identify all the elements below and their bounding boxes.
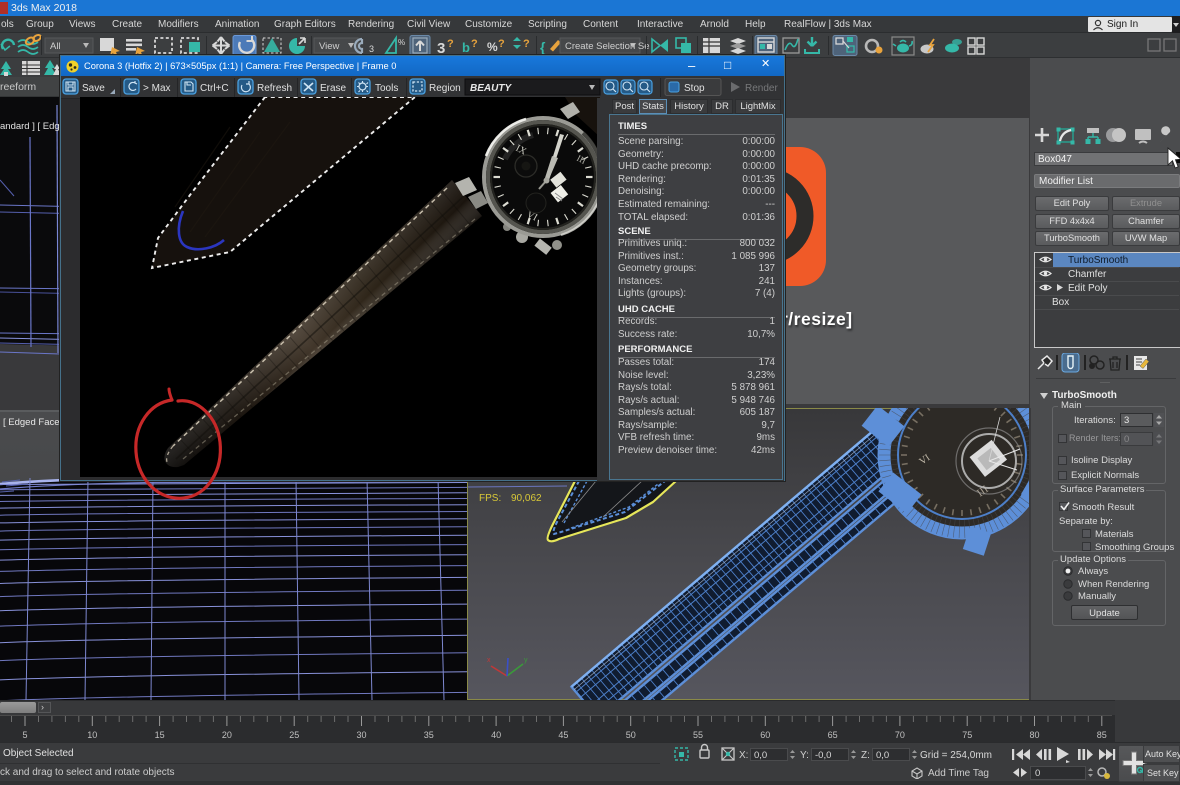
svg-text:b: b [462,40,470,55]
svg-text:80: 80 [1029,730,1039,740]
svg-text:45: 45 [558,730,568,740]
svg-text:All: All [50,41,61,52]
svg-text:Save: Save [82,83,105,94]
svg-text:View: View [319,41,340,52]
svg-text:55: 55 [693,730,703,740]
svg-text:60: 60 [760,730,770,740]
svg-text:Ctrl+C: Ctrl+C [200,83,229,94]
svg-text:25: 25 [289,730,299,740]
svg-text:40: 40 [491,730,501,740]
svg-text:Tools: Tools [375,83,398,94]
svg-text:%: % [398,38,405,47]
svg-text:FPS:: FPS: [479,493,501,504]
svg-text:15: 15 [155,730,165,740]
svg-text:Erase: Erase [320,83,347,94]
svg-text:Stop: Stop [684,83,705,94]
svg-text:3: 3 [369,44,374,54]
svg-text:Region: Region [429,83,461,94]
svg-text:?: ? [523,38,530,50]
svg-text:?: ? [498,38,505,50]
svg-text:y: y [524,657,528,664]
svg-text:x: x [487,657,491,664]
svg-text:20: 20 [222,730,232,740]
svg-text:35: 35 [424,730,434,740]
svg-text:?: ? [447,38,454,50]
svg-text:90,062: 90,062 [511,493,542,504]
svg-text:Render: Render [745,83,778,94]
svg-text:10: 10 [87,730,97,740]
svg-text:Create Selection Se: Create Selection Se [565,41,650,52]
svg-text:65: 65 [828,730,838,740]
svg-text:{: { [540,39,546,55]
svg-text:50: 50 [626,730,636,740]
svg-text:BEAUTY: BEAUTY [470,83,512,94]
svg-text:5: 5 [22,730,27,740]
svg-text:30: 30 [356,730,366,740]
svg-text:%: % [487,40,498,54]
svg-text:70: 70 [895,730,905,740]
svg-text:?: ? [471,38,478,50]
svg-text:Refresh: Refresh [257,83,292,94]
svg-text:85: 85 [1097,730,1107,740]
svg-text:75: 75 [962,730,972,740]
svg-text:> Max: > Max [143,83,171,94]
